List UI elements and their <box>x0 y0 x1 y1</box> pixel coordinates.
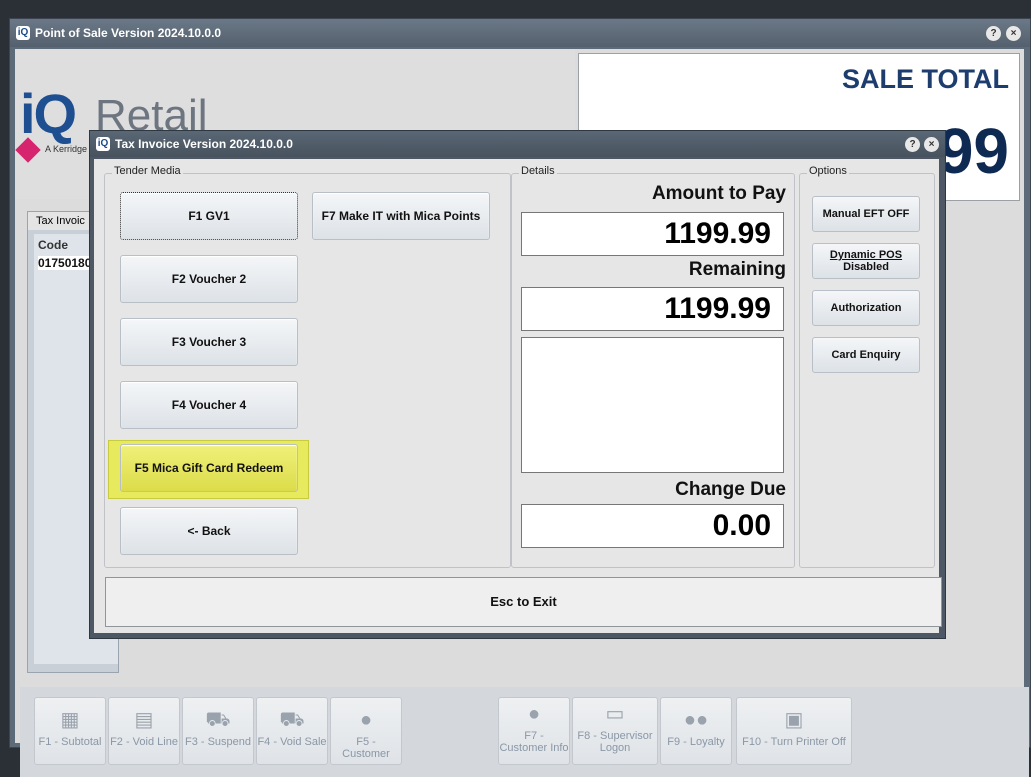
dialog-title-bar: iQ Tax Invoice Version 2024.10.0.0 ? × <box>90 131 945 157</box>
customer-info-icon: ● <box>527 703 541 725</box>
help-icon[interactable]: ? <box>986 26 1001 41</box>
remaining-label: Remaining <box>688 259 786 280</box>
f5-customer-button[interactable]: ● F5 - Customer <box>330 697 402 765</box>
back-button[interactable]: <- Back <box>120 507 298 555</box>
function-toolbar: ▦ F1 - Subtotal ▤ F2 - Void Line ⛟ F3 - … <box>20 687 1029 777</box>
f7-customer-info-button[interactable]: ● F7 - Customer Info <box>498 697 570 765</box>
options-label: Options <box>807 165 849 177</box>
toolbar-label: F9 - Loyalty <box>667 736 725 748</box>
customer-icon: ● <box>359 709 373 731</box>
card-enquiry-button[interactable]: Card Enquiry <box>812 337 920 373</box>
f4-void-sale-button[interactable]: ⛟ F4 - Void Sale <box>256 697 328 765</box>
app-logo-icon: iQ <box>16 26 30 40</box>
calculator-icon: ▦ <box>60 709 80 731</box>
help-icon[interactable]: ? <box>905 137 920 152</box>
authorization-button[interactable]: Authorization <box>812 290 920 326</box>
dynamic-pos-button[interactable]: Dynamic POS Disabled <box>812 243 920 279</box>
f2-voucher-2-button[interactable]: F2 Voucher 2 <box>120 255 298 303</box>
cart-void-icon: ⛟ <box>279 709 305 731</box>
iq-logo: iQ <box>20 81 77 146</box>
f3-voucher-3-button[interactable]: F3 Voucher 3 <box>120 318 298 366</box>
logo-tagline: A Kerridge <box>45 144 88 154</box>
toolbar-label: F8 - Supervisor Logon <box>577 730 653 754</box>
f4-voucher-4-button[interactable]: F4 Voucher 4 <box>120 381 298 429</box>
f9-loyalty-button[interactable]: ●● F9 - Loyalty <box>660 697 732 765</box>
toolbar-label: F1 - Subtotal <box>38 736 102 748</box>
f3-suspend-button[interactable]: ⛟ F3 - Suspend <box>182 697 254 765</box>
f2-void-line-button[interactable]: ▤ F2 - Void Line <box>108 697 180 765</box>
esc-to-exit-button[interactable]: Esc to Exit <box>105 577 942 627</box>
close-icon[interactable]: × <box>924 137 939 152</box>
change-due-value: 0.00 <box>521 504 784 548</box>
f1-subtotal-button[interactable]: ▦ F1 - Subtotal <box>34 697 106 765</box>
close-icon[interactable]: × <box>1006 26 1021 41</box>
logo-mark: iQ <box>20 82 77 145</box>
main-title-bar: iQ Point of Sale Version 2024.10.0.0 ? × <box>10 19 1030 47</box>
dynamic-pos-line2: Disabled <box>843 261 889 273</box>
manual-eft-button[interactable]: Manual EFT OFF <box>812 196 920 232</box>
amount-to-pay-label: Amount to Pay <box>651 183 786 204</box>
printer-icon: ▣ <box>784 709 804 731</box>
change-due-label: Change Due <box>675 479 786 500</box>
f7-mica-points-button[interactable]: F7 Make IT with Mica Points <box>312 192 490 240</box>
toolbar-label: F2 - Void Line <box>110 736 178 748</box>
dialog-title: Tax Invoice Version 2024.10.0.0 <box>115 137 293 151</box>
toolbar-label: F3 - Suspend <box>184 736 252 748</box>
f1-gv1-button[interactable]: F1 GV1 <box>120 192 298 240</box>
toolbar-label: F10 - Turn Printer Off <box>742 736 846 748</box>
tax-invoice-dialog: iQ Tax Invoice Version 2024.10.0.0 ? × T… <box>89 130 946 639</box>
supervisor-icon: ▭ <box>605 703 625 725</box>
amount-to-pay-value: 1199.99 <box>521 212 784 256</box>
details-label: Details <box>519 165 557 177</box>
app-logo-icon: iQ <box>96 137 110 151</box>
f10-printer-button[interactable]: ▣ F10 - Turn Printer Off <box>736 697 852 765</box>
toolbar-label: F7 - Customer Info <box>499 730 569 754</box>
sale-total-label: SALE TOTAL <box>842 64 1009 94</box>
main-window-title: Point of Sale Version 2024.10.0.0 <box>35 26 222 40</box>
f5-mica-gift-card-redeem-button[interactable]: F5 Mica Gift Card Redeem <box>120 444 298 492</box>
dynamic-pos-line1: Dynamic POS <box>829 249 903 261</box>
details-log-area <box>521 337 784 473</box>
cart-suspend-icon: ⛟ <box>205 709 231 731</box>
loyalty-icon: ●● <box>683 709 709 731</box>
sale-total-value: 99 <box>937 115 1009 187</box>
tender-media-label: Tender Media <box>112 165 183 177</box>
f8-supervisor-logon-button[interactable]: ▭ F8 - Supervisor Logon <box>572 697 658 765</box>
toolbar-label: F4 - Void Sale <box>257 736 327 748</box>
column-header-code: Code <box>38 238 68 252</box>
remaining-value: 1199.99 <box>521 287 784 331</box>
dialog-body: Tender Media F1 GV1 F2 Voucher 2 F3 Vouc… <box>94 159 942 633</box>
toolbar-label: F5 - Customer <box>342 736 390 760</box>
void-line-icon: ▤ <box>134 709 154 731</box>
